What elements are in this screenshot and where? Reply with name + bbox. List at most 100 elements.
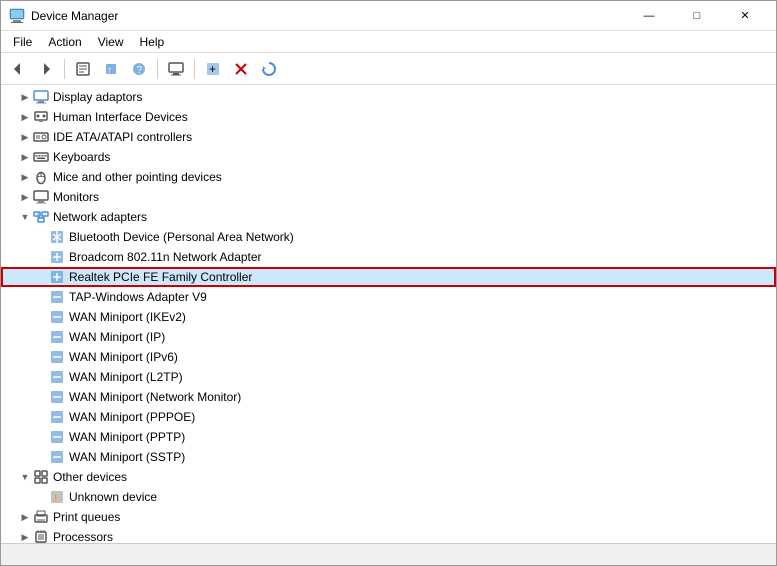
window-title: Device Manager bbox=[31, 9, 626, 23]
svg-text:+: + bbox=[209, 62, 216, 76]
main-content: ▶ Display adaptors ▶ Human Interface Dev… bbox=[1, 85, 776, 543]
label-monitors: Monitors bbox=[53, 190, 99, 204]
label-wan-pppoe: WAN Miniport (PPPOE) bbox=[69, 410, 195, 424]
label-display-adaptors: Display adaptors bbox=[53, 90, 142, 104]
label-processors: Processors bbox=[53, 530, 113, 543]
icon-display-adaptors bbox=[33, 89, 49, 105]
svg-text:?: ? bbox=[137, 65, 143, 76]
icon-monitors bbox=[33, 189, 49, 205]
icon-realtek bbox=[49, 269, 65, 285]
back-button[interactable] bbox=[5, 56, 31, 82]
expander-network-adapters[interactable]: ▼ bbox=[17, 209, 33, 225]
icon-wan-sstp bbox=[49, 449, 65, 465]
app-icon bbox=[9, 8, 25, 24]
tree-item-wan-sstp[interactable]: ▶ WAN Miniport (SSTP) bbox=[1, 447, 776, 467]
menu-file[interactable]: File bbox=[5, 33, 40, 51]
separator-1 bbox=[64, 59, 65, 79]
toolbar: ↑ ? + bbox=[1, 53, 776, 85]
tree-item-broadcom[interactable]: ▶ Broadcom 802.11n Network Adapter bbox=[1, 247, 776, 267]
label-realtek: Realtek PCIe FE Family Controller bbox=[69, 270, 252, 284]
tree-item-wan-ipv6[interactable]: ▶ WAN Miniport (IPv6) bbox=[1, 347, 776, 367]
label-wan-ikev2: WAN Miniport (IKEv2) bbox=[69, 310, 186, 324]
menu-bar: File Action View Help bbox=[1, 31, 776, 53]
status-bar bbox=[1, 543, 776, 565]
properties-button[interactable] bbox=[70, 56, 96, 82]
menu-help[interactable]: Help bbox=[132, 33, 173, 51]
expander-other-devices[interactable]: ▼ bbox=[17, 469, 33, 485]
icon-wan-ikev2 bbox=[49, 309, 65, 325]
icon-wan-pptp bbox=[49, 429, 65, 445]
uninstall-button[interactable] bbox=[228, 56, 254, 82]
expander-ide-atapi[interactable]: ▶ bbox=[17, 129, 33, 145]
expander-print-queues[interactable]: ▶ bbox=[17, 509, 33, 525]
menu-action[interactable]: Action bbox=[40, 33, 89, 51]
icon-unknown-device: ! bbox=[49, 489, 65, 505]
help-button[interactable]: ? bbox=[126, 56, 152, 82]
expander-processors[interactable]: ▶ bbox=[17, 529, 33, 543]
tree-item-other-devices[interactable]: ▼ Other devices bbox=[1, 467, 776, 487]
icon-network-adapters bbox=[33, 209, 49, 225]
forward-button[interactable] bbox=[33, 56, 59, 82]
expander-keyboards[interactable]: ▶ bbox=[17, 149, 33, 165]
device-manager-window: Device Manager — □ ✕ File Action View He… bbox=[0, 0, 777, 566]
icon-broadcom bbox=[49, 249, 65, 265]
add-device-button[interactable]: + bbox=[200, 56, 226, 82]
tree-item-bluetooth[interactable]: ▶ Bluetooth Device (Personal Area Networ… bbox=[1, 227, 776, 247]
label-bluetooth: Bluetooth Device (Personal Area Network) bbox=[69, 230, 294, 244]
tree-item-display-adaptors[interactable]: ▶ Display adaptors bbox=[1, 87, 776, 107]
svg-text:!: ! bbox=[54, 493, 57, 504]
expander-mice[interactable]: ▶ bbox=[17, 169, 33, 185]
close-button[interactable]: ✕ bbox=[722, 1, 768, 31]
tree-item-human-interface[interactable]: ▶ Human Interface Devices bbox=[1, 107, 776, 127]
expander-human-interface[interactable]: ▶ bbox=[17, 109, 33, 125]
label-keyboards: Keyboards bbox=[53, 150, 110, 164]
svg-text:↑: ↑ bbox=[107, 65, 112, 76]
icon-mice bbox=[33, 169, 49, 185]
menu-view[interactable]: View bbox=[90, 33, 132, 51]
title-bar: Device Manager — □ ✕ bbox=[1, 1, 776, 31]
separator-3 bbox=[194, 59, 195, 79]
tree-item-mice[interactable]: ▶ Mice and other pointing devices bbox=[1, 167, 776, 187]
device-tree[interactable]: ▶ Display adaptors ▶ Human Interface Dev… bbox=[1, 85, 776, 543]
scan-button[interactable] bbox=[256, 56, 282, 82]
minimize-button[interactable]: — bbox=[626, 1, 672, 31]
label-unknown-device: Unknown device bbox=[69, 490, 157, 504]
icon-wan-network-monitor bbox=[49, 389, 65, 405]
label-wan-sstp: WAN Miniport (SSTP) bbox=[69, 450, 185, 464]
icon-other-devices bbox=[33, 469, 49, 485]
tree-item-wan-network-monitor[interactable]: ▶ WAN Miniport (Network Monitor) bbox=[1, 387, 776, 407]
tree-item-wan-l2tp[interactable]: ▶ WAN Miniport (L2TP) bbox=[1, 367, 776, 387]
update-driver-button[interactable]: ↑ bbox=[98, 56, 124, 82]
tree-item-wan-ip[interactable]: ▶ WAN Miniport (IP) bbox=[1, 327, 776, 347]
tree-item-ide-atapi[interactable]: ▶ IDE ATA/ATAPI controllers bbox=[1, 127, 776, 147]
tree-item-print-queues[interactable]: ▶ Print queues bbox=[1, 507, 776, 527]
icon-wan-ipv6 bbox=[49, 349, 65, 365]
tree-item-keyboards[interactable]: ▶ Keyboards bbox=[1, 147, 776, 167]
label-other-devices: Other devices bbox=[53, 470, 127, 484]
tree-item-network-adapters[interactable]: ▼ Network adapters bbox=[1, 207, 776, 227]
label-mice: Mice and other pointing devices bbox=[53, 170, 222, 184]
icon-wan-ip bbox=[49, 329, 65, 345]
label-broadcom: Broadcom 802.11n Network Adapter bbox=[69, 250, 262, 264]
tree-item-monitors[interactable]: ▶ Monitors bbox=[1, 187, 776, 207]
expander-monitors[interactable]: ▶ bbox=[17, 189, 33, 205]
tree-item-processors[interactable]: ▶ Processors bbox=[1, 527, 776, 543]
icon-wan-pppoe bbox=[49, 409, 65, 425]
separator-2 bbox=[157, 59, 158, 79]
tree-item-tap-windows[interactable]: ▶ TAP-Windows Adapter V9 bbox=[1, 287, 776, 307]
icon-tap bbox=[49, 289, 65, 305]
label-wan-ipv6: WAN Miniport (IPv6) bbox=[69, 350, 178, 364]
label-tap-windows: TAP-Windows Adapter V9 bbox=[69, 290, 207, 304]
monitor-button[interactable] bbox=[163, 56, 189, 82]
tree-item-unknown-device[interactable]: ▶ ! Unknown device bbox=[1, 487, 776, 507]
tree-item-wan-pptp[interactable]: ▶ WAN Miniport (PPTP) bbox=[1, 427, 776, 447]
label-human-interface: Human Interface Devices bbox=[53, 110, 188, 124]
maximize-button[interactable]: □ bbox=[674, 1, 720, 31]
label-wan-pptp: WAN Miniport (PPTP) bbox=[69, 430, 185, 444]
tree-item-realtek[interactable]: ▶ Realtek PCIe FE Family Controller bbox=[1, 267, 776, 287]
tree-item-wan-pppoe[interactable]: ▶ WAN Miniport (PPPOE) bbox=[1, 407, 776, 427]
tree-item-wan-ikev2[interactable]: ▶ WAN Miniport (IKEv2) bbox=[1, 307, 776, 327]
window-controls: — □ ✕ bbox=[626, 1, 768, 31]
expander-display-adaptors[interactable]: ▶ bbox=[17, 89, 33, 105]
icon-print-queues bbox=[33, 509, 49, 525]
